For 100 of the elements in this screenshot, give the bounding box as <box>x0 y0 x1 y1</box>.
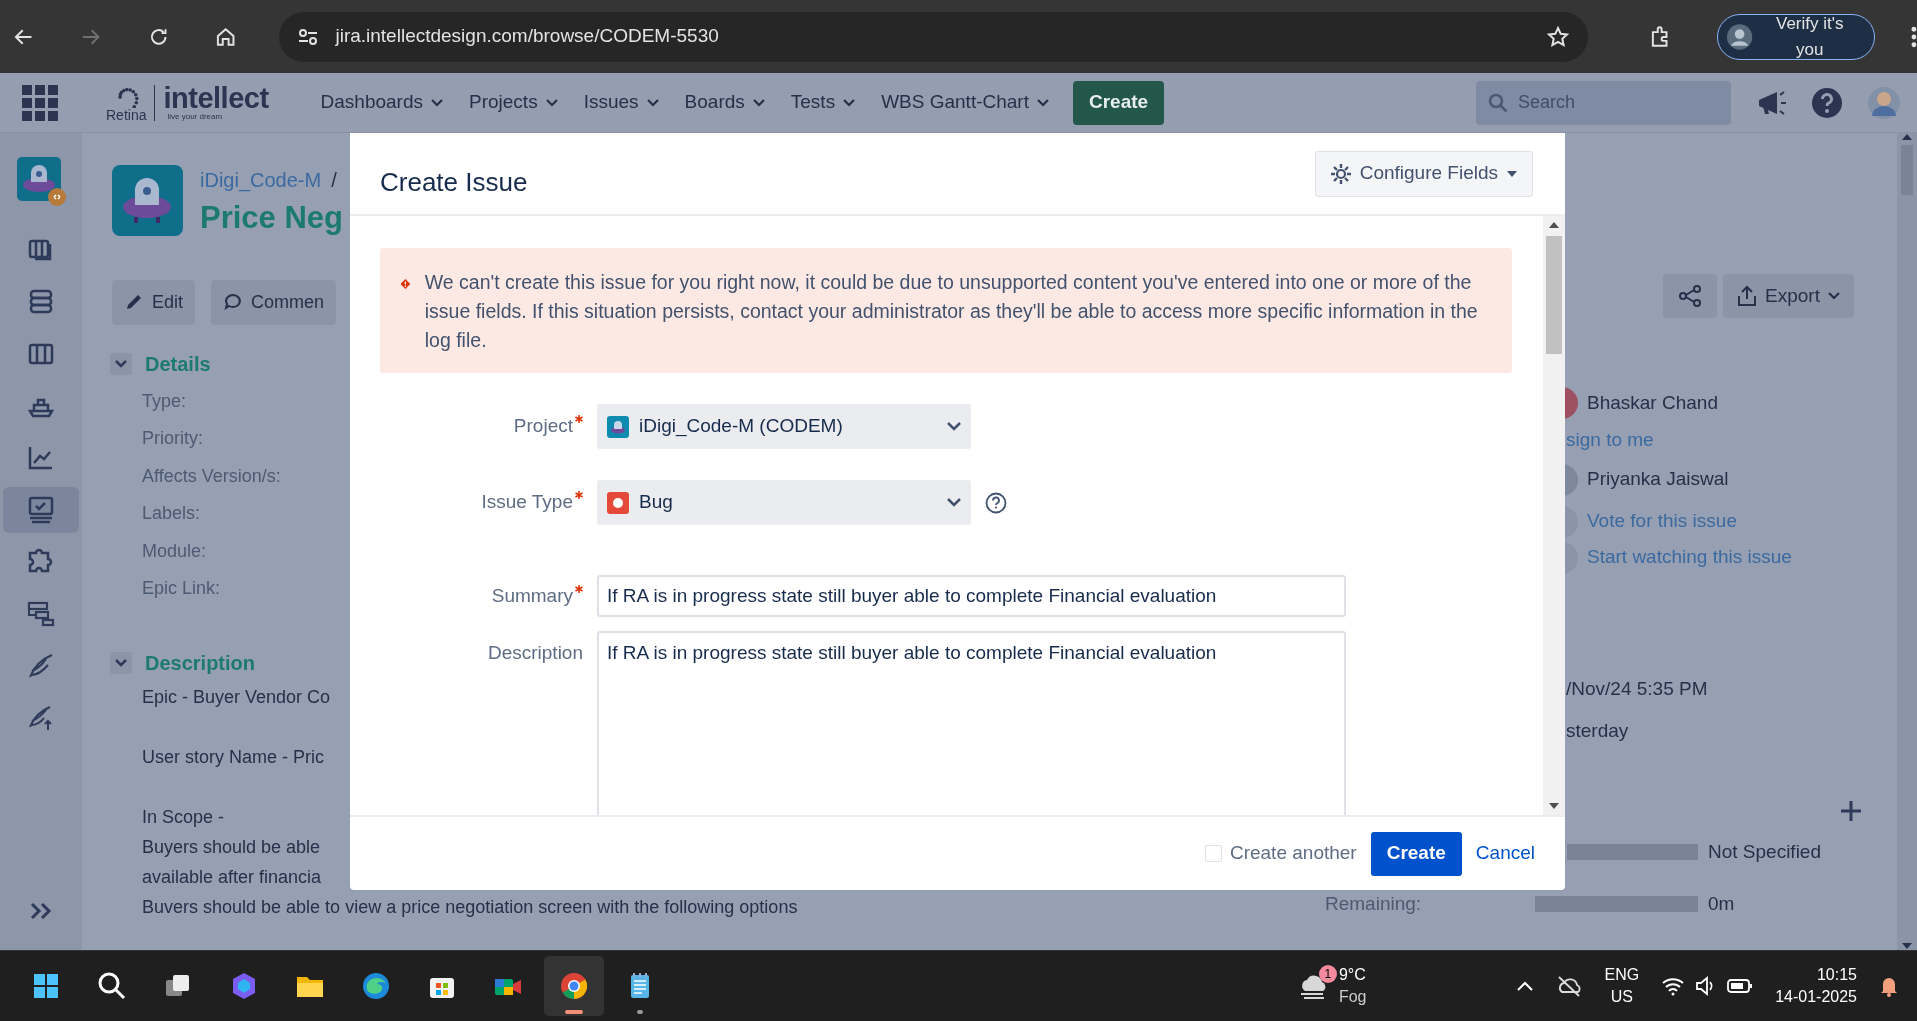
share-icon <box>1677 284 1703 308</box>
gantt-icon <box>26 599 56 629</box>
chevron-up-icon[interactable] <box>1516 980 1535 992</box>
checkbox[interactable] <box>1204 845 1222 862</box>
field-label: Type: <box>142 389 187 413</box>
battery-icon[interactable] <box>1727 978 1754 994</box>
profile-label: Verify it's you <box>1775 13 1845 61</box>
taskbar-app[interactable] <box>544 956 604 1016</box>
monitor-check-icon <box>26 495 56 525</box>
field-label: Affects Version/s: <box>142 464 281 488</box>
pencil-icon <box>124 292 144 312</box>
scrollbar-thumb[interactable] <box>1546 236 1562 354</box>
description-text: Epic - Buyer Vendor Co <box>142 685 331 709</box>
export-button[interactable]: Export <box>1723 274 1854 318</box>
gear-icon <box>1329 162 1352 185</box>
menu-dropdown[interactable]: Projects <box>469 88 558 117</box>
time-value: Not Specified <box>1708 839 1821 864</box>
description-text: Buvers should be able to view a price negotiation screen with the following options <box>142 895 798 919</box>
project-avatar-icon[interactable] <box>112 165 183 236</box>
chevron-icon[interactable] <box>110 651 132 674</box>
field-label: Epic Link: <box>142 577 221 600</box>
temperature-text: 9°C <box>1338 965 1367 985</box>
app-grid-icon[interactable] <box>22 84 58 121</box>
dialog-title: Create Issue <box>380 166 528 199</box>
upload-icon <box>1737 285 1757 307</box>
date-text: /Nov/24 5:35 PM <box>1566 676 1708 701</box>
speech-bubble-icon <box>223 292 244 312</box>
chevron-icon[interactable] <box>110 352 132 375</box>
scroll-down-icon[interactable] <box>1549 803 1559 809</box>
caret-icon <box>752 98 765 107</box>
caret-icon <box>947 498 961 507</box>
cancel-link[interactable]: Cancel <box>1475 839 1535 868</box>
logo-name: Retina <box>106 107 147 122</box>
field-label: Priority: <box>142 427 203 450</box>
description-text: In Scope - <box>142 805 225 829</box>
clock-date[interactable]: 14-01-2025 <box>1775 986 1857 1008</box>
reporter-name: Priyanka Jaiswal <box>1587 467 1729 492</box>
field-label: Project <box>513 414 573 439</box>
search-field[interactable]: Search <box>1476 80 1731 125</box>
cloud-off-icon[interactable] <box>1556 975 1583 997</box>
bug-type-icon <box>607 491 629 514</box>
configure-fields-button[interactable]: Configure Fields <box>1314 150 1533 197</box>
project-avatar-icon[interactable] <box>15 155 67 207</box>
menu-dropdown[interactable]: Issues <box>583 88 659 117</box>
caret-icon <box>431 98 443 107</box>
action-button[interactable]: Commen <box>211 279 337 325</box>
menu-dropdown[interactable]: WBS Gantt-Chart <box>881 88 1049 117</box>
issue-title: Price Neg <box>200 199 343 237</box>
menu-dropdown[interactable]: Dashboards <box>320 88 443 117</box>
caret-icon <box>1827 292 1840 300</box>
search-icon <box>96 970 128 1002</box>
menu-icon[interactable] <box>1911 24 1917 49</box>
time-value: 0m <box>1708 892 1735 916</box>
search-icon <box>1488 92 1508 113</box>
select-field[interactable]: Bug <box>597 480 971 525</box>
caret-icon <box>1506 169 1518 178</box>
avatar-icon <box>1726 22 1754 51</box>
assignee-name: Bhaskar Chand <box>1587 390 1718 415</box>
bell-icon[interactable] <box>1879 975 1899 997</box>
brand-name: intellect <box>163 84 269 112</box>
textarea-field[interactable]: If RA is in progress state still buyer able to complete Financial evaluation <box>597 631 1346 815</box>
clock-time[interactable]: 10:15 <box>1816 964 1857 986</box>
region-text[interactable]: US <box>1610 986 1633 1008</box>
time-label: Remaining: <box>1325 892 1423 916</box>
field-label: Issue Type <box>481 490 573 515</box>
caret-icon <box>947 422 961 431</box>
sidebar-item[interactable] <box>3 487 79 533</box>
plus-icon[interactable] <box>1840 799 1862 822</box>
notification-count: 1 <box>1318 965 1337 983</box>
action-button[interactable]: Edit <box>112 279 196 325</box>
edge-icon <box>360 970 392 1002</box>
field-label: Labels: <box>142 502 201 525</box>
expand-icon[interactable] <box>30 902 52 920</box>
weather-condition: Fog <box>1338 987 1367 1007</box>
project-icon <box>607 415 629 438</box>
profile-button[interactable]: Verify it's you <box>1717 13 1876 60</box>
description-text: User story Name - Pric <box>142 745 325 769</box>
select-field[interactable]: iDigi_Code-M (CODEM) <box>597 404 971 449</box>
text-input[interactable]: If RA is in progress state still buyer able to complete Financial evaluation <box>597 575 1346 617</box>
menu-dropdown[interactable]: Tests <box>790 88 856 117</box>
caret-icon <box>1036 98 1049 107</box>
create-button[interactable]: Create <box>1072 80 1165 125</box>
menu-dropdown[interactable]: Boards <box>684 88 765 117</box>
date-text: sterday <box>1566 719 1629 743</box>
field-label: Description <box>487 641 583 665</box>
share-button[interactable] <box>1663 274 1717 318</box>
help-icon[interactable] <box>985 491 1007 514</box>
brand-tagline: live your dream <box>166 112 224 121</box>
field-label: Module: <box>142 539 207 563</box>
breadcrumb-separator: / <box>331 168 337 193</box>
checkbox-label: Create another <box>1229 841 1357 866</box>
caret-icon <box>545 98 558 107</box>
caret-icon <box>646 98 659 107</box>
create-button[interactable]: Create <box>1370 831 1462 876</box>
wifi-icon[interactable] <box>1661 976 1686 996</box>
scroll-up-icon[interactable] <box>1549 222 1559 228</box>
help-icon[interactable] <box>1811 86 1843 119</box>
bookmark-star-icon[interactable] <box>1545 24 1570 49</box>
chrome-icon <box>558 970 590 1002</box>
language-text[interactable]: ENG <box>1604 964 1640 986</box>
